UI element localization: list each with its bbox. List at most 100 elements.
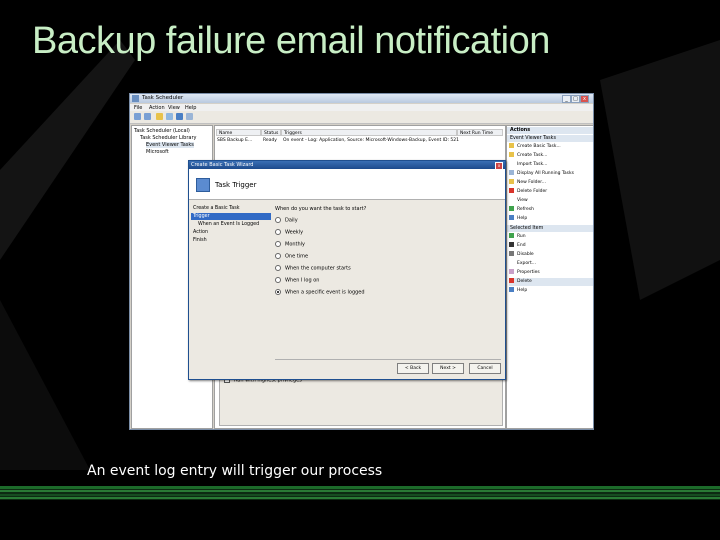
action-label: New Folder... bbox=[517, 180, 547, 185]
action-label: Help bbox=[517, 288, 528, 293]
maximize-icon[interactable]: □ bbox=[571, 95, 580, 103]
step-when-event-logged[interactable]: When an Event Is Logged bbox=[198, 222, 259, 227]
window-title: Task Scheduler bbox=[142, 95, 184, 101]
toolbar bbox=[130, 111, 593, 124]
import-icon bbox=[509, 161, 514, 166]
action-delete-folder[interactable]: Delete Folder bbox=[509, 188, 593, 196]
column-status[interactable]: Status bbox=[261, 129, 281, 136]
close-icon[interactable]: x bbox=[580, 95, 589, 103]
trigger-question: When do you want the task to start? bbox=[275, 206, 367, 212]
task-status: Ready bbox=[263, 138, 277, 143]
next-button[interactable]: Next > bbox=[432, 363, 464, 374]
action-create-basic-task[interactable]: Create Basic Task... bbox=[509, 143, 593, 151]
option-computer-starts[interactable]: When the computer starts bbox=[275, 265, 351, 272]
action-import-task[interactable]: Import Task... bbox=[509, 161, 593, 169]
action-export[interactable]: Export... bbox=[509, 260, 593, 268]
option-specific-event[interactable]: When a specific event is logged bbox=[275, 289, 365, 296]
option-label: Weekly bbox=[285, 229, 304, 236]
radio-button[interactable] bbox=[275, 229, 281, 235]
action-label: Display All Running Tasks bbox=[517, 171, 574, 176]
window-titlebar: Task Scheduler _ □ x bbox=[130, 94, 593, 103]
back-icon[interactable] bbox=[134, 113, 141, 120]
option-label: When a specific event is logged bbox=[285, 289, 365, 296]
running-tasks-icon bbox=[509, 170, 514, 175]
radio-button[interactable] bbox=[275, 277, 281, 283]
folder-icon[interactable] bbox=[156, 113, 163, 120]
help-icon bbox=[509, 215, 514, 220]
option-log-on[interactable]: When I log on bbox=[275, 277, 319, 284]
tree-event-viewer-tasks[interactable]: Event Viewer Tasks bbox=[146, 142, 194, 148]
option-daily[interactable]: Daily bbox=[275, 217, 298, 224]
action-label: Disable bbox=[517, 252, 534, 257]
option-label: When the computer starts bbox=[285, 265, 351, 272]
actions-header: Actions bbox=[507, 127, 593, 134]
action-run[interactable]: Run bbox=[509, 233, 593, 241]
action-help[interactable]: Help bbox=[509, 215, 593, 223]
create-task-icon bbox=[509, 152, 514, 157]
action-label: Run bbox=[517, 234, 526, 239]
delete-icon bbox=[509, 278, 514, 283]
back-button[interactable]: < Back bbox=[397, 363, 429, 374]
tree-library[interactable]: Task Scheduler Library bbox=[140, 135, 196, 141]
action-refresh[interactable]: Refresh bbox=[509, 206, 593, 214]
slide-caption: An event log entry will trigger our proc… bbox=[87, 463, 383, 479]
action-create-task[interactable]: Create Task... bbox=[509, 152, 593, 160]
disable-icon bbox=[509, 251, 514, 256]
task-name: SBS Backup E... bbox=[217, 138, 253, 143]
properties-icon bbox=[509, 269, 514, 274]
option-label: Monthly bbox=[285, 241, 306, 248]
tree-microsoft[interactable]: Microsoft bbox=[146, 149, 169, 155]
task-trigger: On event - Log: Application, Source: Mic… bbox=[283, 138, 459, 143]
cancel-button[interactable]: Cancel bbox=[469, 363, 501, 374]
actions-pane: Actions Event Viewer Tasks Create Basic … bbox=[506, 125, 593, 429]
help-icon[interactable] bbox=[176, 113, 183, 120]
actions-section-selected-item[interactable]: Selected Item bbox=[507, 225, 593, 232]
action-help-selected[interactable]: Help bbox=[509, 287, 593, 295]
action-label: Create Task... bbox=[517, 153, 548, 158]
option-label: One time bbox=[285, 253, 309, 260]
minimize-icon[interactable]: _ bbox=[562, 95, 571, 103]
action-end[interactable]: End bbox=[509, 242, 593, 250]
slide-title: Backup failure email notification bbox=[32, 20, 550, 62]
step-action[interactable]: Action bbox=[193, 230, 208, 235]
radio-button-selected[interactable] bbox=[275, 289, 281, 295]
column-name[interactable]: Name bbox=[216, 129, 261, 136]
radio-button[interactable] bbox=[275, 217, 281, 223]
panel-icon[interactable] bbox=[186, 113, 193, 120]
action-properties[interactable]: Properties bbox=[509, 269, 593, 277]
create-basic-task-icon bbox=[509, 143, 514, 148]
radio-button[interactable] bbox=[275, 265, 281, 271]
action-label: Refresh bbox=[517, 207, 534, 212]
grid-icon[interactable] bbox=[166, 113, 173, 120]
column-triggers[interactable]: Triggers bbox=[281, 129, 457, 136]
radio-button[interactable] bbox=[275, 253, 281, 259]
step-finish[interactable]: Finish bbox=[193, 238, 207, 243]
action-display-running[interactable]: Display All Running Tasks bbox=[509, 170, 593, 178]
action-delete[interactable]: Delete bbox=[509, 278, 593, 286]
action-view[interactable]: View bbox=[509, 197, 593, 205]
action-new-folder[interactable]: New Folder... bbox=[509, 179, 593, 187]
task-row[interactable]: SBS Backup E... Ready On event - Log: Ap… bbox=[217, 137, 500, 144]
wizard-steps: Create a Basic Task Trigger When an Even… bbox=[190, 201, 272, 377]
step-trigger[interactable]: Trigger bbox=[193, 214, 210, 219]
option-weekly[interactable]: Weekly bbox=[275, 229, 303, 236]
option-monthly[interactable]: Monthly bbox=[275, 241, 305, 248]
action-label: Help bbox=[517, 216, 528, 221]
task-trigger-icon bbox=[196, 178, 210, 192]
radio-button[interactable] bbox=[275, 241, 281, 247]
column-next-run[interactable]: Next Run Time bbox=[457, 129, 503, 136]
refresh-icon bbox=[509, 206, 514, 211]
actions-section-event-viewer[interactable]: Event Viewer Tasks bbox=[507, 135, 593, 142]
end-icon bbox=[509, 242, 514, 247]
option-label: Daily bbox=[285, 217, 298, 224]
option-one-time[interactable]: One time bbox=[275, 253, 308, 260]
action-label: End bbox=[517, 243, 526, 248]
wizard-title: Create Basic Task Wizard bbox=[191, 162, 254, 168]
forward-icon[interactable] bbox=[144, 113, 151, 120]
action-disable[interactable]: Disable bbox=[509, 251, 593, 259]
new-folder-icon bbox=[509, 179, 514, 184]
step-create-basic-task[interactable]: Create a Basic Task bbox=[193, 206, 240, 211]
delete-icon bbox=[509, 188, 514, 193]
action-label: View bbox=[517, 198, 528, 203]
tree-root[interactable]: Task Scheduler (Local) bbox=[134, 128, 190, 134]
